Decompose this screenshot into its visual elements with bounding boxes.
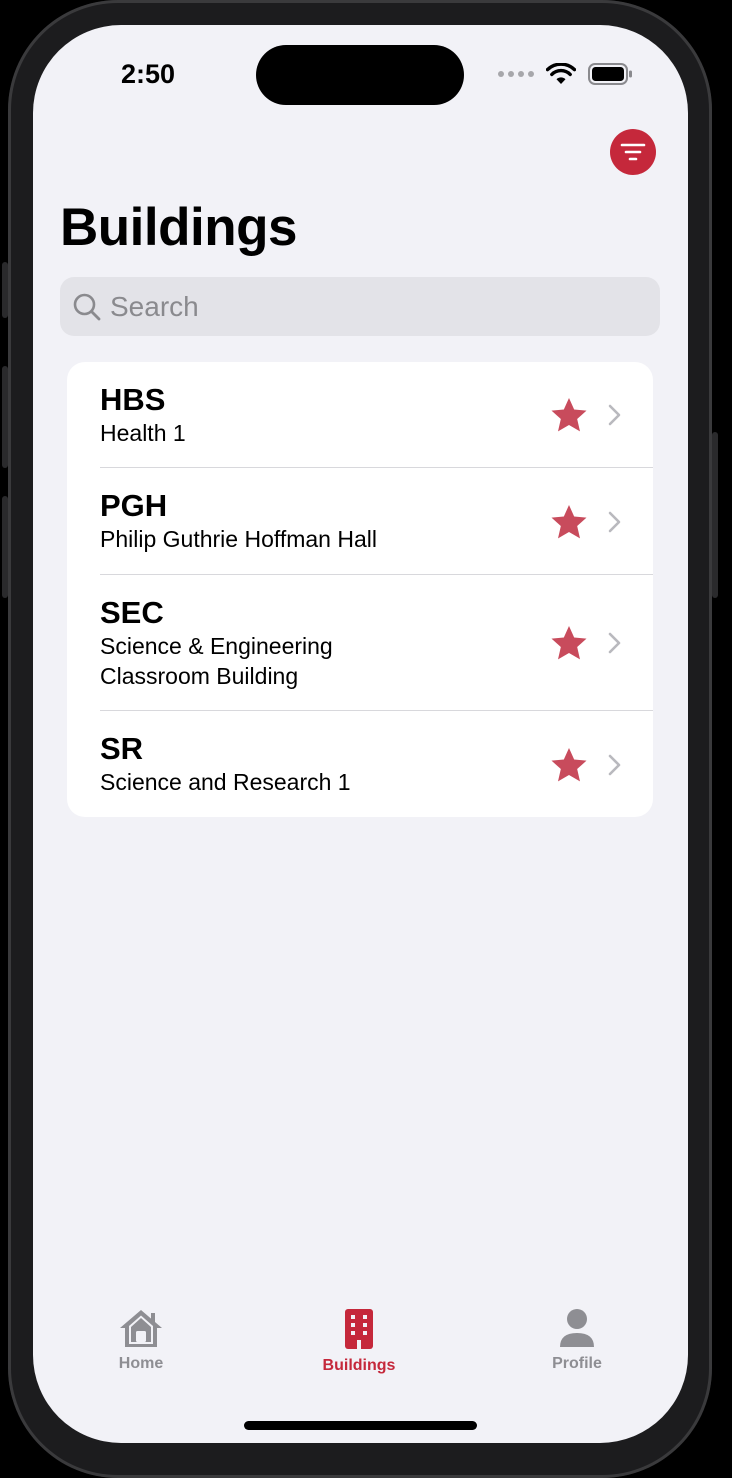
building-name-line-2: Classroom Building bbox=[100, 663, 299, 689]
filter-lines-icon bbox=[620, 143, 646, 161]
dynamic-island bbox=[256, 45, 464, 105]
building-code: PGH bbox=[100, 488, 168, 523]
tab-label: Buildings bbox=[322, 1357, 396, 1374]
chevron-right-icon bbox=[608, 404, 621, 426]
list-item-sr[interactable]: SR Science and Research 1 bbox=[67, 711, 653, 817]
row-text: SR Science and Research 1 bbox=[100, 731, 351, 797]
battery-icon bbox=[588, 63, 632, 85]
volume-up-button bbox=[2, 366, 8, 468]
tab-label: Home bbox=[118, 1355, 164, 1372]
chevron-right-icon bbox=[608, 511, 621, 533]
favorite-star-icon[interactable] bbox=[549, 395, 589, 435]
status-icons bbox=[498, 63, 634, 85]
favorite-star-icon[interactable] bbox=[549, 745, 589, 785]
buildings-list: HBS Health 1 PGH Philip Guthrie Hoffman … bbox=[67, 362, 653, 817]
search-input[interactable] bbox=[110, 290, 610, 323]
building-name: Science and Research 1 bbox=[100, 769, 351, 795]
chevron-right-icon bbox=[608, 754, 621, 776]
row-text: SEC Science & Engineering Classroom Buil… bbox=[100, 595, 333, 691]
building-name: Philip Guthrie Hoffman Hall bbox=[100, 526, 377, 552]
row-text: PGH Philip Guthrie Hoffman Hall bbox=[100, 488, 377, 554]
status-time: 2:50 bbox=[121, 59, 176, 89]
filter-button[interactable] bbox=[610, 129, 656, 175]
search-bar[interactable] bbox=[60, 277, 660, 336]
list-item-hbs[interactable]: HBS Health 1 bbox=[67, 362, 653, 468]
wifi-icon bbox=[546, 63, 576, 84]
tab-buildings[interactable]: Buildings bbox=[299, 1307, 419, 1375]
favorite-star-icon[interactable] bbox=[549, 502, 589, 542]
chevron-right-icon bbox=[608, 632, 621, 654]
building-code: SEC bbox=[100, 595, 164, 630]
row-text: HBS Health 1 bbox=[100, 382, 186, 448]
list-item-sec[interactable]: SEC Science & Engineering Classroom Buil… bbox=[67, 575, 653, 711]
building-icon bbox=[345, 1309, 373, 1349]
page-title: Buildings bbox=[60, 198, 297, 257]
favorite-star-icon[interactable] bbox=[549, 623, 589, 663]
building-code: HBS bbox=[100, 382, 166, 417]
building-name: Health 1 bbox=[100, 420, 186, 446]
power-button bbox=[712, 432, 718, 598]
person-icon bbox=[560, 1309, 594, 1347]
tab-bar: Home Buildings Profile bbox=[33, 1307, 688, 1387]
tab-label: Profile bbox=[552, 1355, 602, 1372]
list-item-pgh[interactable]: PGH Philip Guthrie Hoffman Hall bbox=[67, 468, 653, 575]
building-name-line-1: Science & Engineering bbox=[100, 633, 333, 659]
home-indicator[interactable] bbox=[244, 1421, 477, 1430]
screen: 2:50 Buildings Search HBS Health 1 PGH P… bbox=[33, 25, 688, 1443]
search-icon bbox=[73, 293, 101, 320]
volume-down-button bbox=[2, 496, 8, 598]
tab-home[interactable]: Home bbox=[81, 1307, 201, 1373]
house-icon bbox=[120, 1310, 162, 1347]
action-button bbox=[2, 262, 8, 318]
building-code: SR bbox=[100, 731, 144, 766]
cellular-signal-icon bbox=[498, 71, 534, 77]
tab-profile[interactable]: Profile bbox=[517, 1307, 637, 1373]
